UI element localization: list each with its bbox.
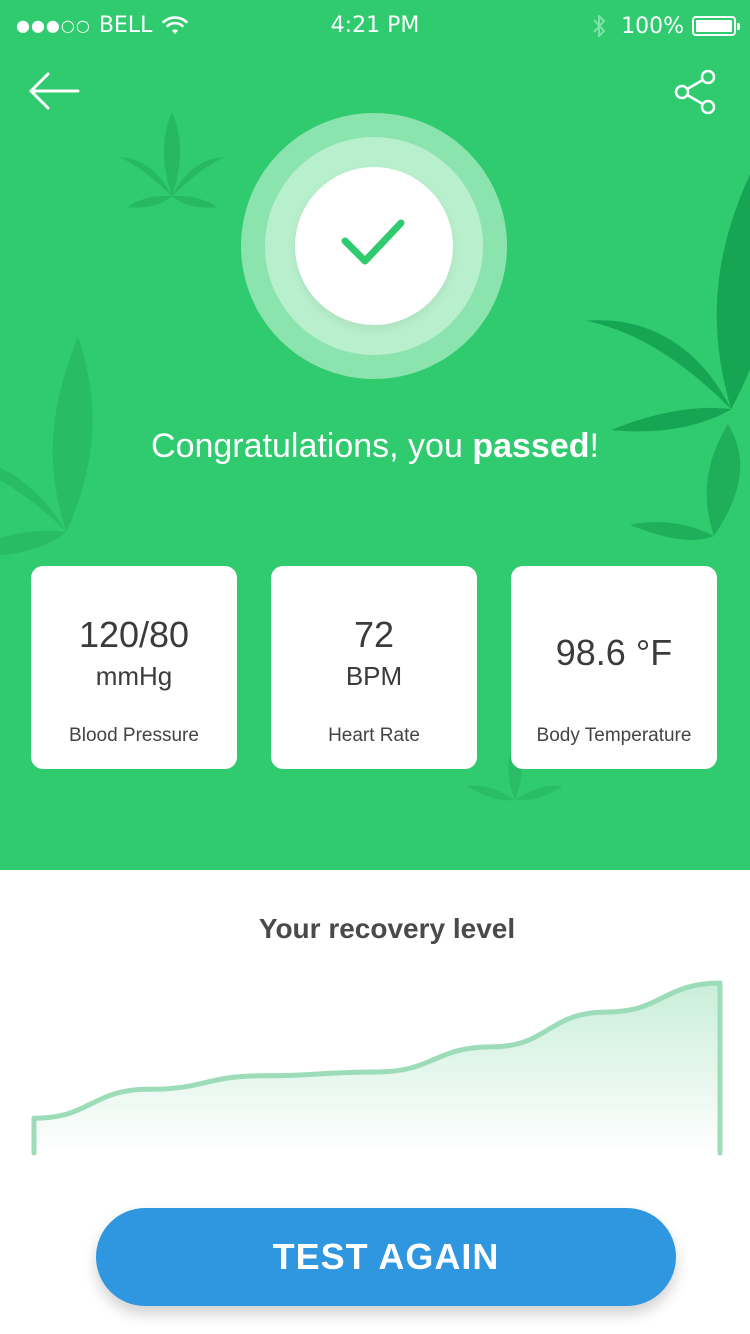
vital-label: Body Temperature <box>536 725 692 746</box>
vital-unit: BPM <box>345 661 403 691</box>
recovery-chart <box>31 980 723 1156</box>
chart-area <box>34 983 720 1153</box>
vital-label: Blood Pressure <box>69 725 199 746</box>
vital-label: Heart Rate <box>328 725 420 746</box>
status-bar: ●●●○○ BELL 4:21 PM 100% <box>0 0 750 54</box>
vital-value: 72 <box>353 614 395 655</box>
battery-nub <box>737 23 740 30</box>
battery-icon <box>692 16 740 36</box>
battery-fill <box>696 20 732 32</box>
recovery-title: Your recovery level <box>258 913 516 944</box>
share-icon <box>674 69 716 115</box>
vital-card-heart-rate: 72 BPM Heart Rate <box>271 566 477 769</box>
headline-bold: passed <box>472 427 590 465</box>
checkmark-icon <box>341 219 405 265</box>
vital-card-body-temperature: 98.6 °F Body Temperature <box>511 566 717 769</box>
leaf-decoration-icon <box>120 112 224 208</box>
status-right: 100% <box>591 13 740 39</box>
arrow-left-icon <box>29 72 80 110</box>
success-badge <box>241 113 507 379</box>
vital-unit: mmHg <box>95 661 173 691</box>
vital-value: 98.6 °F <box>555 632 673 673</box>
result-headline: Congratulations, you passed! <box>0 427 750 466</box>
vital-value: 120/80 <box>78 614 190 655</box>
test-again-button[interactable]: TEST AGAIN <box>96 1208 676 1306</box>
battery-percent: 100% <box>621 13 684 39</box>
vital-card-blood-pressure: 120/80 mmHg Blood Pressure <box>31 566 237 769</box>
back-button[interactable] <box>26 68 82 114</box>
headline-prefix: Congratulations, you <box>151 427 473 465</box>
headline-suffix: ! <box>589 427 599 465</box>
leaf-decoration-icon <box>585 174 750 432</box>
bluetooth-icon <box>593 15 606 37</box>
result-hero: ●●●○○ BELL 4:21 PM 100% Congratulations,… <box>0 0 750 870</box>
share-button[interactable] <box>672 68 720 116</box>
